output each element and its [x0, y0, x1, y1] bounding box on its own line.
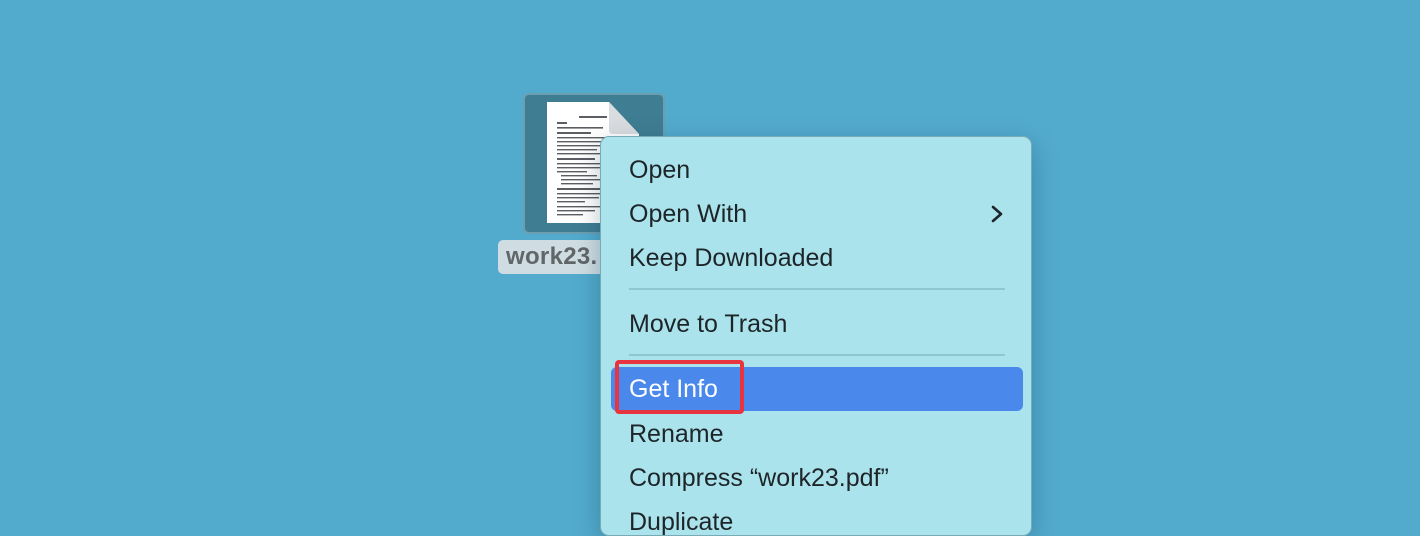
- menu-item-move-to-trash[interactable]: Move to Trash: [611, 302, 1023, 346]
- menu-item-open[interactable]: Open: [611, 148, 1023, 192]
- menu-item-label: Open: [629, 156, 691, 184]
- menu-separator: [629, 354, 1005, 356]
- menu-item-label: Compress “work23.pdf”: [629, 464, 889, 492]
- menu-item-rename[interactable]: Rename: [611, 412, 1023, 456]
- menu-item-open-with[interactable]: Open With: [611, 192, 1023, 236]
- menu-item-label: Get Info: [629, 375, 718, 403]
- file-name-label[interactable]: work23.: [498, 240, 608, 274]
- menu-separator: [629, 288, 1005, 290]
- menu-item-label: Rename: [629, 420, 724, 448]
- chevron-right-icon: [991, 205, 1003, 223]
- menu-item-label: Duplicate: [629, 508, 734, 536]
- menu-item-label: Move to Trash: [629, 310, 788, 338]
- menu-item-duplicate[interactable]: Duplicate: [611, 500, 1023, 536]
- context-menu: Open Open With Keep Downloaded Move to T…: [600, 136, 1032, 536]
- menu-item-keep-downloaded[interactable]: Keep Downloaded: [611, 236, 1023, 280]
- menu-item-get-info[interactable]: Get Info: [611, 367, 1023, 411]
- menu-item-label: Open With: [629, 200, 748, 228]
- menu-item-label: Keep Downloaded: [629, 244, 834, 272]
- menu-item-compress[interactable]: Compress “work23.pdf”: [611, 456, 1023, 500]
